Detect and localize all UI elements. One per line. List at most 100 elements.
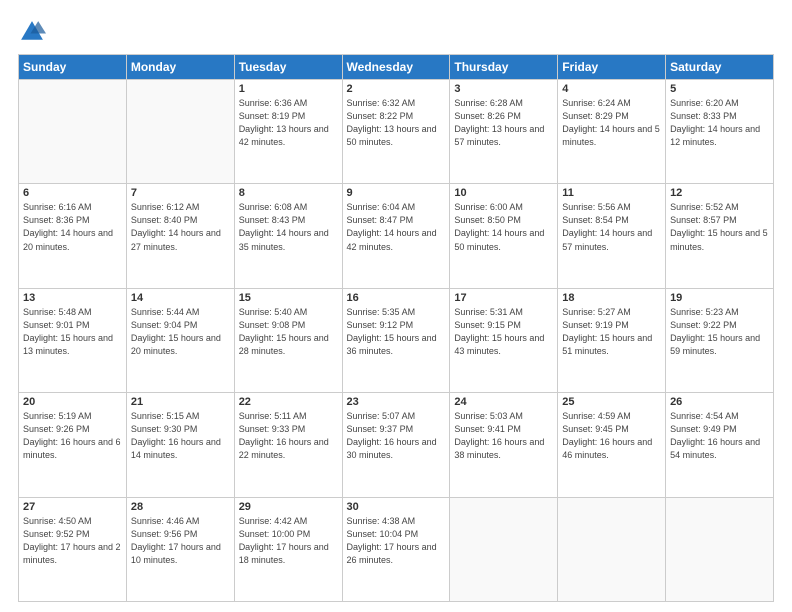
day-info: Sunrise: 4:38 AMSunset: 10:04 PMDaylight… [347, 515, 446, 567]
calendar-week-3: 20Sunrise: 5:19 AMSunset: 9:26 PMDayligh… [19, 393, 774, 497]
day-number: 9 [347, 187, 446, 199]
day-info: Sunrise: 6:04 AMSunset: 8:47 PMDaylight:… [347, 201, 446, 253]
day-number: 16 [347, 292, 446, 304]
calendar-cell: 22 Sunrise: 5:11 AMSunset: 9:33 PMDayligh… [234, 393, 342, 497]
calendar-cell: 4 Sunrise: 6:24 AMSunset: 8:29 PMDaylight… [558, 80, 666, 184]
page: SundayMondayTuesdayWednesdayThursdayFrid… [0, 0, 792, 612]
day-number: 11 [562, 187, 661, 199]
weekday-header-saturday: Saturday [666, 55, 774, 80]
logo [18, 18, 50, 46]
day-number: 2 [347, 83, 446, 95]
day-info: Sunrise: 4:42 AMSunset: 10:00 PMDaylight… [239, 515, 338, 567]
day-number: 19 [670, 292, 769, 304]
day-number: 14 [131, 292, 230, 304]
weekday-header-thursday: Thursday [450, 55, 558, 80]
calendar-week-4: 27 Sunrise: 4:50 AMSunset: 9:52 PMDayligh… [19, 497, 774, 601]
calendar-cell: 17Sunrise: 5:31 AMSunset: 9:15 PMDayligh… [450, 288, 558, 392]
calendar-cell: 14 Sunrise: 5:44 AMSunset: 9:04 PMDayligh… [126, 288, 234, 392]
day-number: 23 [347, 396, 446, 408]
day-info: Sunrise: 6:12 AMSunset: 8:40 PMDaylight:… [131, 201, 230, 253]
calendar-cell: 19 Sunrise: 5:23 AMSunset: 9:22 PMDayligh… [666, 288, 774, 392]
day-info: Sunrise: 5:19 AMSunset: 9:26 PMDaylight:… [23, 410, 122, 462]
calendar-cell: 21 Sunrise: 5:15 AMSunset: 9:30 PMDayligh… [126, 393, 234, 497]
calendar-cell: 20Sunrise: 5:19 AMSunset: 9:26 PMDayligh… [19, 393, 127, 497]
calendar-cell [19, 80, 127, 184]
calendar-cell: 1Sunrise: 6:36 AMSunset: 8:19 PMDaylight… [234, 80, 342, 184]
calendar-table: SundayMondayTuesdayWednesdayThursdayFrid… [18, 54, 774, 602]
calendar-header-row: SundayMondayTuesdayWednesdayThursdayFrid… [19, 55, 774, 80]
day-info: Sunrise: 6:00 AMSunset: 8:50 PMDaylight:… [454, 201, 553, 253]
calendar-cell: 27 Sunrise: 4:50 AMSunset: 9:52 PMDayligh… [19, 497, 127, 601]
calendar-cell: 23 Sunrise: 5:07 AMSunset: 9:37 PMDayligh… [342, 393, 450, 497]
weekday-header-wednesday: Wednesday [342, 55, 450, 80]
day-number: 1 [239, 83, 338, 95]
calendar-cell: 9 Sunrise: 6:04 AMSunset: 8:47 PMDaylight… [342, 184, 450, 288]
calendar-cell: 30 Sunrise: 4:38 AMSunset: 10:04 PMDaylig… [342, 497, 450, 601]
day-number: 6 [23, 187, 122, 199]
day-number: 18 [562, 292, 661, 304]
weekday-header-monday: Monday [126, 55, 234, 80]
day-number: 7 [131, 187, 230, 199]
calendar-cell: 18 Sunrise: 5:27 AMSunset: 9:19 PMDayligh… [558, 288, 666, 392]
day-info: Sunrise: 5:44 AMSunset: 9:04 PMDaylight:… [131, 306, 230, 358]
day-info: Sunrise: 5:23 AMSunset: 9:22 PMDaylight:… [670, 306, 769, 358]
day-info: Sunrise: 4:59 AMSunset: 9:45 PMDaylight:… [562, 410, 661, 462]
day-info: Sunrise: 6:08 AMSunset: 8:43 PMDaylight:… [239, 201, 338, 253]
day-info: Sunrise: 5:35 AMSunset: 9:12 PMDaylight:… [347, 306, 446, 358]
day-info: Sunrise: 4:46 AMSunset: 9:56 PMDaylight:… [131, 515, 230, 567]
day-info: Sunrise: 5:11 AMSunset: 9:33 PMDaylight:… [239, 410, 338, 462]
day-info: Sunrise: 4:50 AMSunset: 9:52 PMDaylight:… [23, 515, 122, 567]
day-number: 27 [23, 501, 122, 513]
calendar-cell: 15Sunrise: 5:40 AMSunset: 9:08 PMDayligh… [234, 288, 342, 392]
calendar-cell: 13 Sunrise: 5:48 AMSunset: 9:01 PMDayligh… [19, 288, 127, 392]
day-number: 24 [454, 396, 553, 408]
day-number: 28 [131, 501, 230, 513]
day-info: Sunrise: 5:52 AMSunset: 8:57 PMDaylight:… [670, 201, 769, 253]
calendar-cell: 12 Sunrise: 5:52 AMSunset: 8:57 PMDayligh… [666, 184, 774, 288]
calendar-cell: 5 Sunrise: 6:20 AMSunset: 8:33 PMDaylight… [666, 80, 774, 184]
calendar-cell: 7 Sunrise: 6:12 AMSunset: 8:40 PMDaylight… [126, 184, 234, 288]
calendar-cell [126, 80, 234, 184]
calendar-cell: 3 Sunrise: 6:28 AMSunset: 8:26 PMDaylight… [450, 80, 558, 184]
calendar-cell: 29 Sunrise: 4:42 AMSunset: 10:00 PMDaylig… [234, 497, 342, 601]
day-info: Sunrise: 5:40 AMSunset: 9:08 PMDaylight:… [239, 306, 338, 358]
day-number: 4 [562, 83, 661, 95]
calendar-cell: 11 Sunrise: 5:56 AMSunset: 8:54 PMDayligh… [558, 184, 666, 288]
day-info: Sunrise: 5:03 AMSunset: 9:41 PMDaylight:… [454, 410, 553, 462]
day-number: 25 [562, 396, 661, 408]
day-info: Sunrise: 5:15 AMSunset: 9:30 PMDaylight:… [131, 410, 230, 462]
day-info: Sunrise: 6:20 AMSunset: 8:33 PMDaylight:… [670, 97, 769, 149]
day-number: 30 [347, 501, 446, 513]
weekday-header-tuesday: Tuesday [234, 55, 342, 80]
day-number: 5 [670, 83, 769, 95]
day-number: 10 [454, 187, 553, 199]
day-info: Sunrise: 5:07 AMSunset: 9:37 PMDaylight:… [347, 410, 446, 462]
day-number: 26 [670, 396, 769, 408]
day-info: Sunrise: 6:32 AMSunset: 8:22 PMDaylight:… [347, 97, 446, 149]
weekday-header-sunday: Sunday [19, 55, 127, 80]
day-info: Sunrise: 5:27 AMSunset: 9:19 PMDaylight:… [562, 306, 661, 358]
calendar-cell: 28 Sunrise: 4:46 AMSunset: 9:56 PMDayligh… [126, 497, 234, 601]
day-number: 12 [670, 187, 769, 199]
day-info: Sunrise: 6:16 AMSunset: 8:36 PMDaylight:… [23, 201, 122, 253]
day-number: 13 [23, 292, 122, 304]
calendar-week-1: 6 Sunrise: 6:16 AMSunset: 8:36 PMDaylight… [19, 184, 774, 288]
day-number: 22 [239, 396, 338, 408]
day-number: 8 [239, 187, 338, 199]
day-info: Sunrise: 5:48 AMSunset: 9:01 PMDaylight:… [23, 306, 122, 358]
day-info: Sunrise: 6:24 AMSunset: 8:29 PMDaylight:… [562, 97, 661, 149]
day-number: 3 [454, 83, 553, 95]
day-info: Sunrise: 6:28 AMSunset: 8:26 PMDaylight:… [454, 97, 553, 149]
calendar-cell [450, 497, 558, 601]
calendar-cell [558, 497, 666, 601]
day-info: Sunrise: 5:56 AMSunset: 8:54 PMDaylight:… [562, 201, 661, 253]
calendar-cell: 8 Sunrise: 6:08 AMSunset: 8:43 PMDaylight… [234, 184, 342, 288]
logo-icon [18, 18, 46, 46]
calendar-cell: 24 Sunrise: 5:03 AMSunset: 9:41 PMDayligh… [450, 393, 558, 497]
calendar-cell: 26Sunrise: 4:54 AMSunset: 9:49 PMDayligh… [666, 393, 774, 497]
weekday-header-friday: Friday [558, 55, 666, 80]
day-number: 21 [131, 396, 230, 408]
header [18, 18, 774, 46]
day-number: 17 [454, 292, 553, 304]
day-number: 29 [239, 501, 338, 513]
